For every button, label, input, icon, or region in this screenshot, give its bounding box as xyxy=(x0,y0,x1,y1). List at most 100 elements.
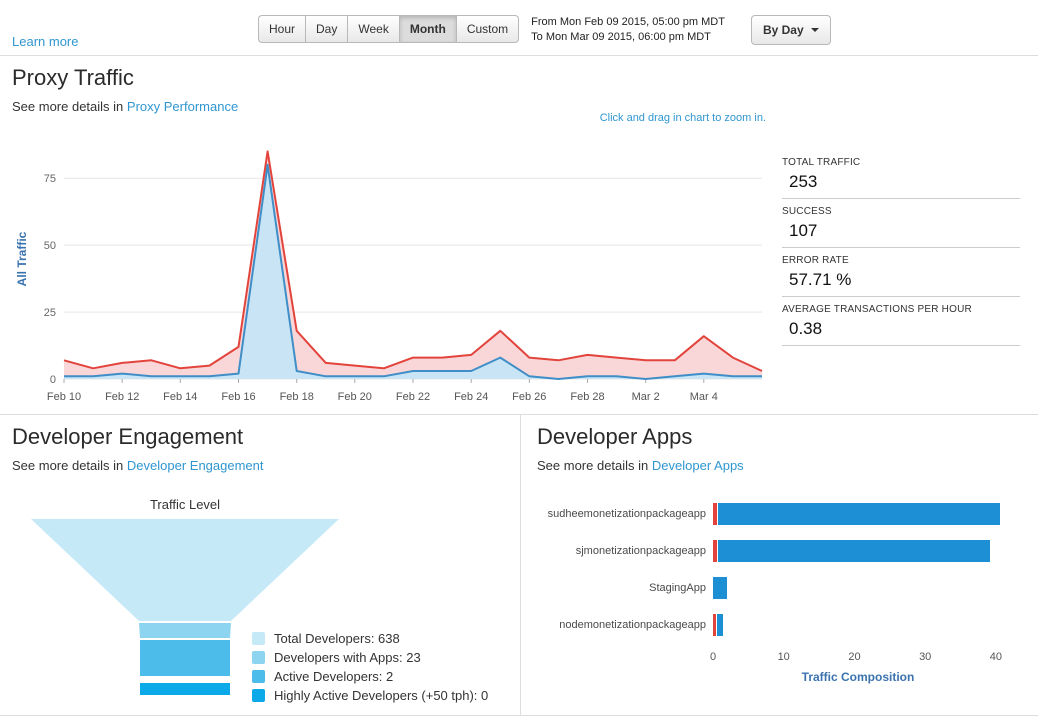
proxy-traffic-title: Proxy Traffic xyxy=(12,64,1026,92)
funnel-title: Traffic Level xyxy=(30,497,340,512)
legend-text: Highly Active Developers (+50 tph): 0 xyxy=(274,688,488,703)
error-bar-segment xyxy=(713,614,716,636)
proxy-traffic-chart[interactable]: 0255075Feb 10Feb 12Feb 14Feb 16Feb 18Feb… xyxy=(12,124,770,409)
stat-error-rate: ERROR RATE 57.71 % xyxy=(782,248,1020,297)
success-bar-segment xyxy=(713,577,727,599)
stat-value: 57.71 % xyxy=(782,266,1020,293)
bar-row: sjmonetizationpackageapp xyxy=(537,540,1022,562)
bar-chart-x-axis-label: Traffic Composition xyxy=(713,670,1003,684)
traffic-bar[interactable] xyxy=(713,577,727,599)
stat-label: ERROR RATE xyxy=(782,255,1020,266)
legend-swatch xyxy=(252,632,265,645)
error-bar-segment xyxy=(713,540,717,562)
svg-text:Mar 2: Mar 2 xyxy=(632,391,660,403)
legend-item-total-developers: Total Developers: 638 xyxy=(252,631,488,646)
legend-text: Total Developers: 638 xyxy=(274,631,400,646)
topbar: Learn more Hour Day Week Month Custom Fr… xyxy=(0,0,1038,56)
developer-engagement-section: Developer Engagement See more details in… xyxy=(0,415,521,715)
zoom-hint-text: Click and drag in chart to zoom in. xyxy=(600,112,766,124)
developer-engagement-link[interactable]: Developer Engagement xyxy=(127,458,264,473)
funnel-segment-2 xyxy=(139,623,231,638)
developer-apps-title: Developer Apps xyxy=(537,423,1022,451)
bar-category-label: sudheemonetizationpackageapp xyxy=(537,508,713,520)
details-prefix: See more details in xyxy=(12,458,127,473)
stat-avg-tph: AVERAGE TRANSACTIONS PER HOUR 0.38 xyxy=(782,297,1020,346)
svg-text:Feb 22: Feb 22 xyxy=(396,391,430,403)
bar-chart-x-axis: 0 10 20 30 40 xyxy=(713,651,1022,666)
developer-engagement-subtitle: See more details in Developer Engagement xyxy=(12,458,508,473)
svg-text:Feb 14: Feb 14 xyxy=(163,391,197,403)
stat-total-traffic: TOTAL TRAFFIC 253 xyxy=(782,150,1020,199)
svg-text:All Traffic: All Traffic xyxy=(15,231,29,286)
legend-item-developers-with-apps: Developers with Apps: 23 xyxy=(252,650,488,665)
granularity-dropdown-button[interactable]: By Day xyxy=(751,15,831,45)
date-to-text: To Mon Mar 09 2015, 06:00 pm MDT xyxy=(531,30,725,45)
svg-text:50: 50 xyxy=(44,240,56,252)
x-axis-tick-label: 0 xyxy=(710,651,716,663)
bar-row: StagingApp xyxy=(537,577,1022,599)
traffic-bar[interactable] xyxy=(713,540,990,562)
x-axis-tick-label: 30 xyxy=(919,651,931,663)
svg-text:0: 0 xyxy=(50,374,56,386)
granularity-label: By Day xyxy=(763,24,804,36)
stat-value: 107 xyxy=(782,217,1020,244)
stat-label: SUCCESS xyxy=(782,206,1020,217)
learn-more-link[interactable]: Learn more xyxy=(12,34,78,49)
caret-down-icon xyxy=(811,28,819,32)
developer-apps-link[interactable]: Developer Apps xyxy=(652,458,744,473)
svg-text:Feb 26: Feb 26 xyxy=(512,391,546,403)
developer-engagement-title: Developer Engagement xyxy=(12,423,508,451)
svg-text:Feb 20: Feb 20 xyxy=(338,391,372,403)
time-range-button-group: Hour Day Week Month Custom xyxy=(258,15,519,43)
legend-text: Active Developers: 2 xyxy=(274,669,393,684)
range-button-month[interactable]: Month xyxy=(399,15,456,43)
date-from-text: From Mon Feb 09 2015, 05:00 pm MDT xyxy=(531,15,725,30)
svg-text:75: 75 xyxy=(44,173,56,185)
stat-label: AVERAGE TRANSACTIONS PER HOUR xyxy=(782,304,1020,315)
legend-item-active-developers: Active Developers: 2 xyxy=(252,669,488,684)
x-axis-tick-label: 10 xyxy=(778,651,790,663)
bar-row: nodemonetizationpackageapp xyxy=(537,614,1022,636)
funnel-legend: Total Developers: 638 Developers with Ap… xyxy=(252,627,488,703)
bar-row: sudheemonetizationpackageapp xyxy=(537,503,1022,525)
proxy-traffic-subtitle: See more details in Proxy Performance xyxy=(12,99,1026,114)
range-button-day[interactable]: Day xyxy=(305,15,347,43)
x-axis-tick-label: 20 xyxy=(848,651,860,663)
developer-apps-section: Developer Apps See more details in Devel… xyxy=(521,415,1038,715)
svg-text:Feb 18: Feb 18 xyxy=(280,391,314,403)
proxy-performance-link[interactable]: Proxy Performance xyxy=(127,99,238,114)
developer-apps-chart: sudheemonetizationpackageapp sjmonetizati… xyxy=(537,503,1022,684)
error-bar-segment xyxy=(713,503,717,525)
range-button-week[interactable]: Week xyxy=(347,15,398,43)
stat-label: TOTAL TRAFFIC xyxy=(782,157,1020,168)
svg-text:Feb 16: Feb 16 xyxy=(221,391,255,403)
svg-text:Mar 4: Mar 4 xyxy=(690,391,718,403)
developer-apps-subtitle: See more details in Developer Apps xyxy=(537,458,1022,473)
svg-text:Feb 28: Feb 28 xyxy=(570,391,604,403)
legend-swatch xyxy=(252,670,265,683)
legend-swatch xyxy=(252,689,265,702)
legend-swatch xyxy=(252,651,265,664)
success-bar-segment xyxy=(718,503,1001,525)
traffic-stats-panel: TOTAL TRAFFIC 253 SUCCESS 107 ERROR RATE… xyxy=(782,150,1020,409)
traffic-bar[interactable] xyxy=(713,614,723,636)
success-bar-segment xyxy=(717,614,723,636)
range-button-custom[interactable]: Custom xyxy=(456,15,519,43)
funnel-segment-1 xyxy=(31,519,339,621)
proxy-chart-row: 0255075Feb 10Feb 12Feb 14Feb 16Feb 18Feb… xyxy=(12,124,1026,409)
x-axis-tick-label: 40 xyxy=(990,651,1002,663)
range-button-hour[interactable]: Hour xyxy=(258,15,305,43)
bottom-panels: Developer Engagement See more details in… xyxy=(0,414,1038,716)
funnel-segment-3 xyxy=(140,640,230,676)
legend-item-highly-active-developers: Highly Active Developers (+50 tph): 0 xyxy=(252,688,488,703)
svg-text:Feb 24: Feb 24 xyxy=(454,391,488,403)
bar-rows: sudheemonetizationpackageapp sjmonetizati… xyxy=(537,503,1022,636)
stat-success: SUCCESS 107 xyxy=(782,199,1020,248)
success-bar-segment xyxy=(718,540,990,562)
svg-text:25: 25 xyxy=(44,307,56,319)
date-range-display: From Mon Feb 09 2015, 05:00 pm MDT To Mo… xyxy=(531,15,725,46)
proxy-traffic-section: Proxy Traffic See more details in Proxy … xyxy=(0,56,1038,414)
svg-text:Feb 10: Feb 10 xyxy=(47,391,81,403)
traffic-bar[interactable] xyxy=(713,503,1000,525)
funnel-segment-4 xyxy=(140,683,230,695)
